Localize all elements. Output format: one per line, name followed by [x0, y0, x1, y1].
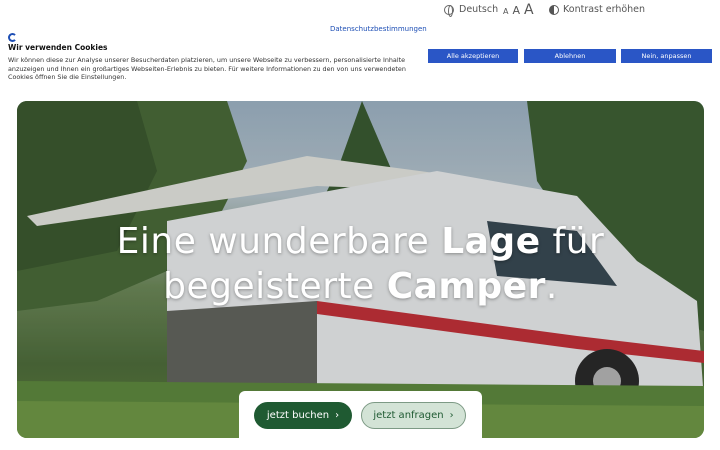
contrast-label: Kontrast erhöhen [563, 4, 646, 15]
font-size-small-button[interactable]: A [503, 7, 508, 16]
font-size-controls: A A A [503, 2, 534, 18]
hero-line1-part3: für [540, 221, 605, 262]
chevron-right-icon: › [449, 410, 454, 421]
cta-container: jetzt buchen › jetzt anfragen › [239, 391, 482, 438]
book-now-label: jetzt buchen [266, 410, 330, 421]
font-size-large-button[interactable]: A [524, 2, 534, 18]
globe-icon [444, 4, 454, 17]
privacy-policy-link[interactable]: Datenschutzbestimmungen [330, 25, 427, 33]
hero-line1-part1: Eine wunderbare [116, 221, 442, 262]
cookie-logo-icon [8, 33, 17, 42]
hero-line2-part3: . [545, 266, 558, 307]
accept-all-button[interactable]: Alle akzeptieren [428, 49, 518, 63]
hero-headline: Eine wunderbare Lage für begeisterte Cam… [17, 219, 704, 309]
customize-button[interactable]: Nein, anpassen [621, 49, 712, 63]
language-selector[interactable]: Deutsch [444, 4, 499, 17]
cookie-description: Wir können diese zur Analyse unserer Bes… [8, 56, 406, 82]
cookie-banner: Datenschutzbestimmungen Wir verwenden Co… [0, 18, 720, 90]
hero-line1-bold: Lage [441, 221, 541, 262]
contrast-icon [549, 4, 559, 15]
inquire-now-label: jetzt anfragen [373, 410, 444, 421]
cookie-title: Wir verwenden Cookies [8, 43, 108, 52]
book-now-button[interactable]: jetzt buchen › [254, 402, 352, 429]
decline-button[interactable]: Ablehnen [524, 49, 616, 63]
contrast-toggle[interactable]: Kontrast erhöhen [549, 4, 645, 15]
chevron-right-icon: › [335, 410, 340, 421]
hero-line2-part1: begeisterte [163, 266, 387, 307]
font-size-medium-button[interactable]: A [512, 4, 520, 17]
inquire-now-button[interactable]: jetzt anfragen › [361, 402, 466, 429]
hero-line2-bold: Camper [386, 266, 546, 307]
language-label: Deutsch [459, 4, 499, 15]
hero-banner: Eine wunderbare Lage für begeisterte Cam… [17, 101, 704, 438]
